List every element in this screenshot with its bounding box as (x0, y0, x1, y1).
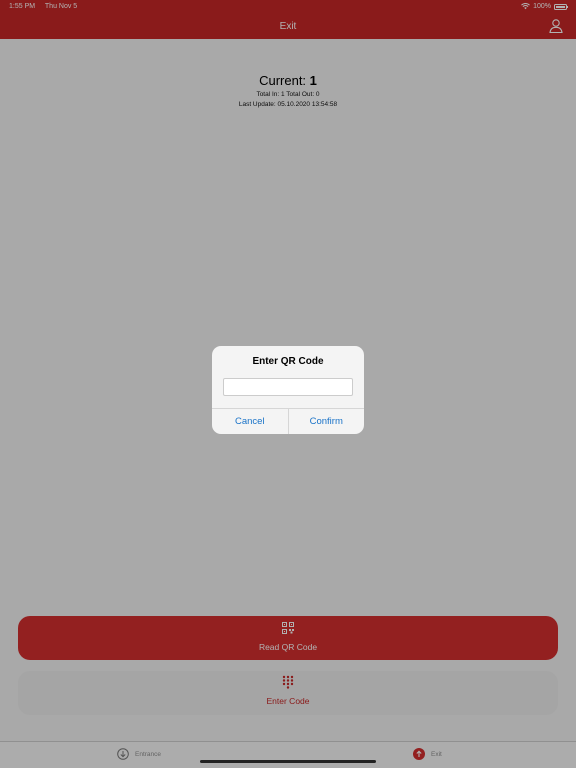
enter-qr-code-dialog: Enter QR Code Cancel Confirm (212, 346, 364, 434)
confirm-button[interactable]: Confirm (287, 409, 365, 434)
home-indicator (200, 760, 376, 763)
dialog-title: Enter QR Code (252, 356, 324, 367)
cancel-button[interactable]: Cancel (212, 409, 288, 434)
qr-code-input[interactable] (223, 378, 353, 396)
dialog-actions: Cancel Confirm (212, 408, 364, 434)
